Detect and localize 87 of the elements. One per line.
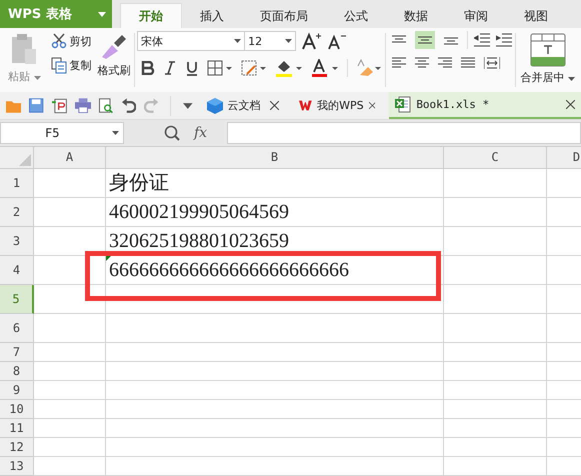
document-tab[interactable]: 云文档 [200, 92, 286, 119]
export-icon[interactable] [52, 98, 67, 114]
eraser-icon[interactable] [356, 59, 382, 77]
align-icon [444, 35, 458, 45]
document-tab[interactable]: Book1.xls * [389, 92, 581, 119]
w-logo-icon [299, 99, 312, 112]
row-header[interactable]: 11 [0, 419, 34, 438]
ribbon-tab[interactable]: 插入 [182, 4, 242, 28]
ribbon-tab[interactable]: 页面布局 [242, 4, 326, 28]
document-tab-label: 我的WPS [317, 98, 364, 113]
cut-button[interactable]: 剪切 [50, 33, 92, 49]
font-size-field[interactable]: 12 [244, 31, 296, 51]
cell-style-icon[interactable] [241, 60, 268, 76]
row-header[interactable]: 4 [0, 256, 34, 285]
copy-icon [50, 57, 66, 74]
cube-icon [206, 98, 223, 114]
row-header[interactable]: 12 [0, 438, 34, 457]
align-icon [418, 35, 432, 45]
close-icon[interactable] [270, 101, 280, 110]
column-header[interactable]: D [547, 147, 581, 169]
row-header[interactable]: 5 [0, 285, 34, 314]
merge-cells-icon[interactable] [530, 33, 566, 67]
table-cell: 460002199905064569 [106, 198, 444, 227]
ribbon-tab[interactable]: 数据 [386, 4, 446, 28]
table-cell: 身份证 [106, 169, 444, 198]
font-name-field[interactable]: 宋体 [137, 31, 246, 51]
format-painter-button[interactable]: 格式刷 [98, 63, 130, 78]
fill-color-icon[interactable] [275, 59, 304, 77]
row-header[interactable]: 3 [0, 227, 34, 256]
caret-icon [568, 77, 576, 81]
row-header[interactable]: 7 [0, 343, 34, 362]
caret-icon [285, 39, 292, 43]
column-header[interactable]: C [444, 147, 547, 169]
caret-icon [98, 12, 106, 16]
close-icon[interactable] [566, 100, 575, 109]
print-icon[interactable] [74, 98, 92, 113]
row-header[interactable]: 2 [0, 198, 34, 227]
ribbon-tab[interactable]: 视图 [506, 4, 566, 28]
zoom-icon[interactable] [164, 125, 180, 141]
save-icon[interactable] [29, 98, 44, 113]
align-left-icon[interactable] [392, 57, 406, 69]
decrease-indent-icon[interactable] [474, 33, 490, 47]
paintbrush-icon[interactable] [100, 33, 128, 59]
app-title: WPS 表格 [8, 6, 72, 23]
clipboard-icon[interactable] [11, 33, 38, 65]
row-header[interactable]: 13 [0, 457, 34, 476]
ribbon-tab[interactable]: 公式 [326, 4, 386, 28]
justify-icon[interactable] [460, 57, 475, 69]
align-icon [392, 35, 406, 45]
increase-font-icon[interactable] [302, 32, 322, 50]
print-preview-icon[interactable] [99, 98, 114, 114]
align-center-icon[interactable] [414, 57, 429, 69]
formula-input[interactable] [227, 122, 581, 144]
borders-icon[interactable] [207, 60, 234, 76]
function-button[interactable]: fx [194, 125, 208, 141]
align-right-icon[interactable] [438, 57, 452, 69]
row-header[interactable]: 10 [0, 400, 34, 419]
scissors-icon [50, 33, 66, 49]
merge-center-button[interactable]: 合并居中 [520, 70, 576, 85]
font-color-icon[interactable] [311, 59, 340, 77]
dropdown-icon[interactable] [183, 102, 193, 108]
ribbon-tab[interactable]: 审阅 [446, 4, 506, 28]
distribute-icon[interactable] [484, 57, 500, 69]
increase-indent-icon[interactable] [496, 33, 512, 47]
column-header[interactable]: B [106, 147, 444, 169]
italic-icon[interactable] [163, 61, 178, 75]
caret-icon [34, 76, 40, 80]
copy-button[interactable]: 复制 [50, 57, 92, 74]
document-tab-label: Book1.xls * [416, 98, 490, 111]
column-header[interactable]: A [34, 147, 106, 169]
caret-icon [234, 39, 242, 43]
caret-icon [112, 131, 119, 135]
spreadsheet-file-icon [395, 96, 412, 113]
undo-icon[interactable] [122, 98, 136, 113]
align-button[interactable] [414, 31, 435, 49]
row-header[interactable]: 1 [0, 169, 34, 198]
underline-icon[interactable] [185, 60, 200, 76]
name-box[interactable]: F5 [0, 122, 124, 144]
decrease-font-icon[interactable] [328, 32, 348, 50]
close-icon[interactable] [368, 101, 376, 110]
row-header[interactable]: 9 [0, 381, 34, 400]
document-tab[interactable]: 我的WPS [293, 92, 382, 119]
row-header[interactable]: 8 [0, 362, 34, 381]
ribbon-tab[interactable]: 开始 [120, 3, 182, 28]
row-header[interactable]: 6 [0, 314, 34, 343]
bold-icon[interactable] [141, 61, 156, 75]
document-tab-label: 云文档 [228, 98, 261, 113]
